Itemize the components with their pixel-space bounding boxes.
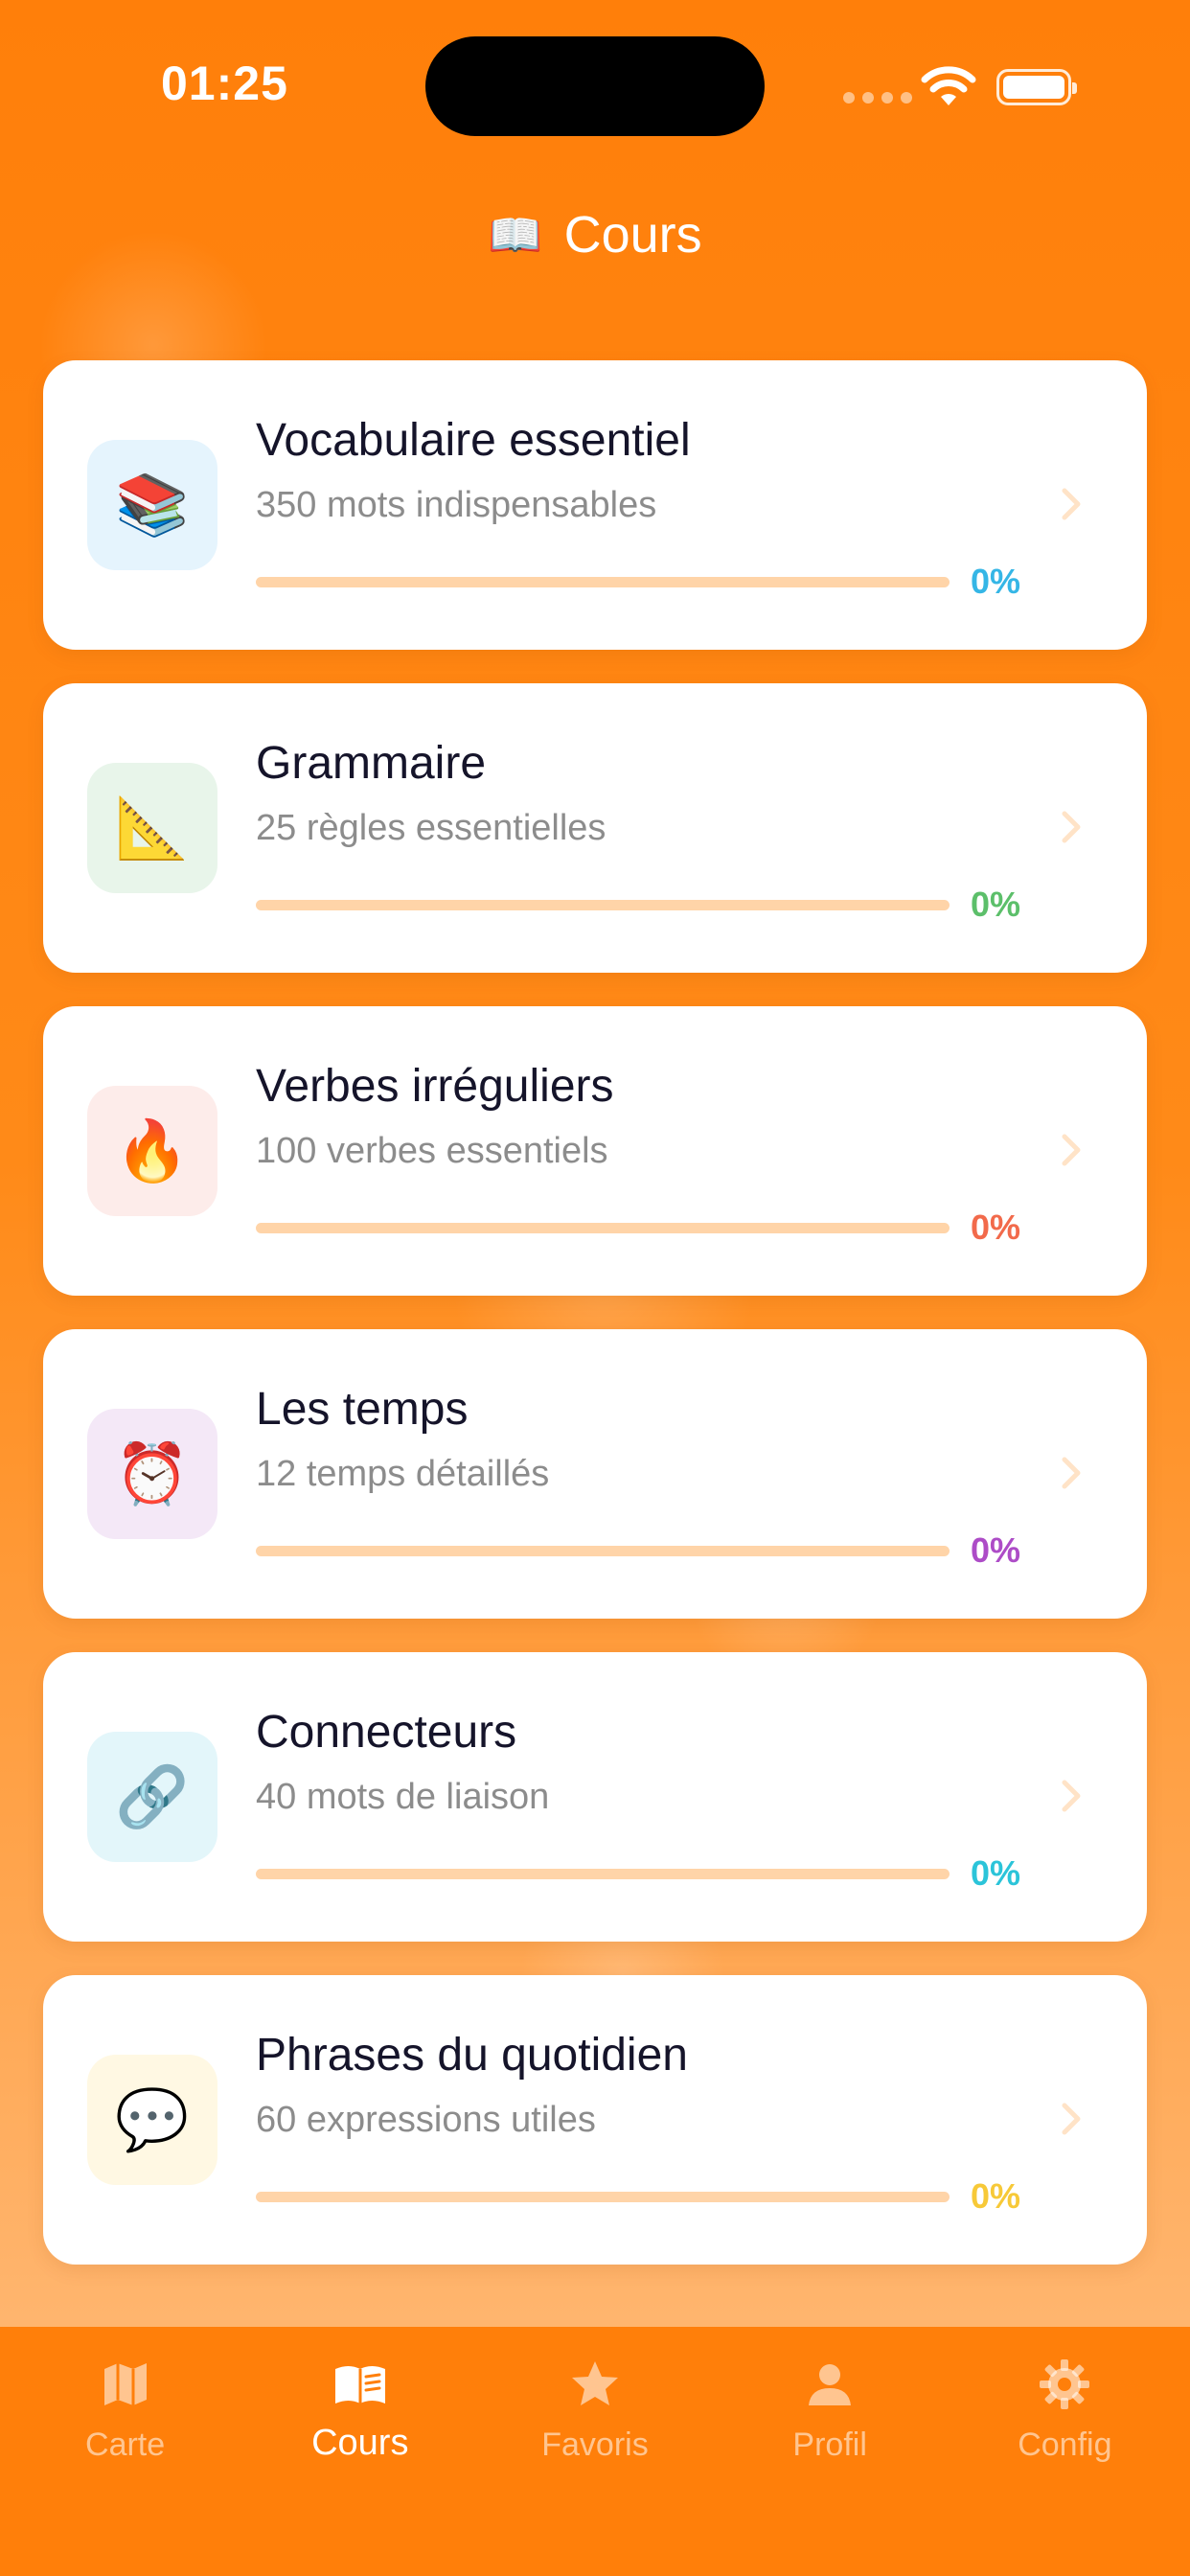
course-card-connecteurs[interactable]: 🔗 Connecteurs 40 mots de liaison 0%	[43, 1652, 1147, 1942]
books-icon: 📚	[115, 470, 190, 540]
course-icon-box: 💬	[87, 2055, 217, 2185]
tab-bar: Carte Cours Favoris Profil Config	[0, 2327, 1190, 2576]
person-icon	[809, 2364, 852, 2405]
tab-profil[interactable]: Profil	[720, 2327, 940, 2576]
course-subtitle: 100 verbes essentiels	[256, 1131, 608, 1171]
course-subtitle: 60 expressions utiles	[256, 2100, 596, 2140]
triangle-ruler-icon: 📐	[115, 793, 190, 862]
tab-label: Config	[1018, 2426, 1112, 2463]
link-icon: 🔗	[115, 1761, 190, 1831]
course-card-vocabulaire[interactable]: 📚 Vocabulaire essentiel 350 mots indispe…	[43, 360, 1147, 650]
page-header: 📖 Cours	[0, 205, 1190, 264]
course-title: Grammaire	[256, 738, 487, 789]
progress-bar	[256, 900, 950, 910]
course-subtitle: 12 temps détaillés	[256, 1454, 550, 1494]
course-icon-box: 🔥	[87, 1086, 217, 1216]
gear-icon	[1040, 2359, 1090, 2409]
chevron-right-icon	[1062, 811, 1081, 843]
map-icon	[103, 2363, 147, 2405]
course-list: 📚 Vocabulaire essentiel 350 mots indispe…	[43, 360, 1147, 2298]
chevron-right-icon	[1062, 1134, 1081, 1166]
chevron-right-icon	[1062, 1780, 1081, 1812]
chevron-right-icon	[1062, 2103, 1081, 2135]
course-title: Phrases du quotidien	[256, 2030, 688, 2081]
tab-label: Cours	[311, 2423, 409, 2463]
course-icon-box: 📐	[87, 763, 217, 893]
status-time: 01:25	[161, 57, 288, 110]
course-title: Connecteurs	[256, 1707, 517, 1758]
tab-label: Profil	[792, 2426, 867, 2463]
course-icon-box: 📚	[87, 440, 217, 570]
progress-percent: 0%	[971, 1208, 1021, 1247]
open-book-icon: 📖	[488, 209, 543, 261]
progress-bar	[256, 577, 950, 587]
progress-percent: 0%	[971, 562, 1021, 601]
tab-cours[interactable]: Cours	[250, 2327, 470, 2576]
alarm-clock-icon: ⏰	[115, 1438, 190, 1508]
course-subtitle: 40 mots de liaison	[256, 1777, 550, 1817]
progress-percent: 0%	[971, 1530, 1021, 1570]
battery-icon	[996, 69, 1077, 105]
chevron-right-icon	[1062, 1457, 1081, 1489]
dynamic-island	[425, 36, 765, 136]
course-subtitle: 25 règles essentielles	[256, 808, 606, 848]
course-subtitle: 350 mots indispensables	[256, 485, 657, 525]
wifi-icon	[921, 66, 976, 105]
progress-bar	[256, 1223, 950, 1233]
progress-bar	[256, 1869, 950, 1879]
tab-carte[interactable]: Carte	[15, 2327, 236, 2576]
course-icon-box: 🔗	[87, 1732, 217, 1862]
tab-config[interactable]: Config	[954, 2327, 1175, 2576]
status-bar: 01:25	[0, 0, 1190, 144]
progress-percent: 0%	[971, 1853, 1021, 1893]
page-title: Cours	[563, 206, 702, 264]
tab-label: Carte	[85, 2426, 166, 2463]
course-card-verbes-irreguliers[interactable]: 🔥 Verbes irréguliers 100 verbes essentie…	[43, 1006, 1147, 1296]
course-title: Vocabulaire essentiel	[256, 415, 691, 466]
course-title: Les temps	[256, 1384, 469, 1435]
course-card-les-temps[interactable]: ⏰ Les temps 12 temps détaillés 0%	[43, 1329, 1147, 1619]
course-icon-box: ⏰	[87, 1409, 217, 1539]
tab-label: Favoris	[541, 2426, 649, 2463]
progress-percent: 0%	[971, 2176, 1021, 2216]
star-icon	[571, 2361, 618, 2405]
course-card-grammaire[interactable]: 📐 Grammaire 25 règles essentielles 0%	[43, 683, 1147, 973]
chevron-right-icon	[1062, 488, 1081, 520]
cellular-signal-icon	[843, 92, 912, 104]
speech-bubble-icon: 💬	[115, 2084, 190, 2154]
fire-icon: 🔥	[115, 1116, 190, 1185]
course-title: Verbes irréguliers	[256, 1061, 614, 1112]
course-card-phrases-du-quotidien[interactable]: 💬 Phrases du quotidien 60 expressions ut…	[43, 1975, 1147, 2265]
book-icon	[334, 2366, 385, 2404]
progress-bar	[256, 2192, 950, 2202]
tab-favoris[interactable]: Favoris	[485, 2327, 705, 2576]
progress-percent: 0%	[971, 885, 1021, 924]
progress-bar	[256, 1546, 950, 1556]
